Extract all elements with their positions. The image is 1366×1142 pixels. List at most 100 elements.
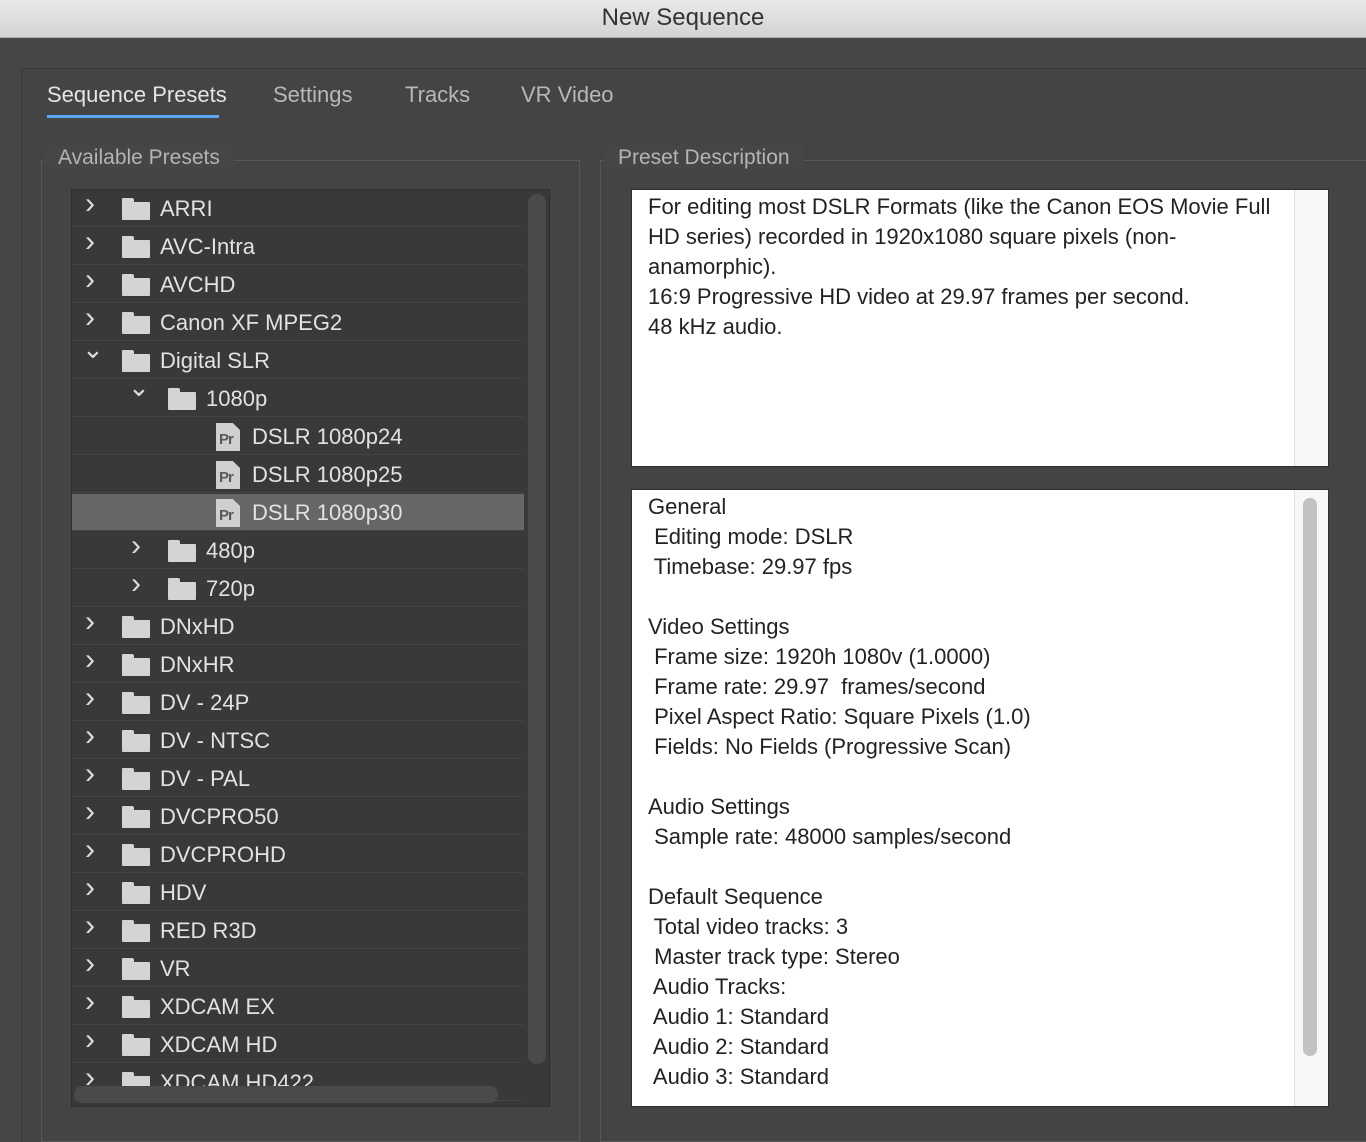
chevron-right-icon[interactable]: › <box>80 605 100 639</box>
details-line: Total video tracks: 3 <box>648 914 849 939</box>
chevron-right-icon[interactable]: › <box>80 681 100 715</box>
preset-folder[interactable]: › Canon XF MPEG2 <box>72 301 524 341</box>
preset-label: VR <box>160 956 191 981</box>
chevron-right-icon[interactable]: › <box>80 1023 100 1057</box>
chevron-right-icon[interactable]: › <box>126 567 146 601</box>
chevron-right-icon[interactable]: › <box>80 719 100 753</box>
folder-icon <box>122 730 150 752</box>
preset-label: XDCAM EX <box>160 994 275 1019</box>
details-line: Pixel Aspect Ratio: Square Pixels (1.0) <box>648 704 1031 729</box>
details-scrollbar[interactable] <box>1294 490 1328 1106</box>
description-line: For editing most DSLR Formats (like the … <box>648 194 1271 219</box>
folder-icon <box>122 882 150 904</box>
folder-icon <box>122 996 150 1018</box>
folder-icon <box>122 616 150 638</box>
chevron-right-icon[interactable]: › <box>80 190 100 221</box>
preset-folder[interactable]: › VR <box>72 947 524 987</box>
folder-icon <box>122 806 150 828</box>
preset-folder[interactable]: ⌄ Digital SLR <box>72 334 524 379</box>
chevron-right-icon[interactable]: › <box>80 833 100 867</box>
chevron-right-icon[interactable]: › <box>80 909 100 943</box>
description-line: HD series) recorded in 1920x1080 square … <box>648 224 1177 249</box>
presets-tree[interactable]: › XDCAM HD422 › XDCAM HD › XDCAM EX › VR › RED R3… <box>71 189 550 1107</box>
premiere-preset-icon: Pr <box>216 423 240 451</box>
preset-label: ARRI <box>160 196 213 221</box>
chevron-right-icon[interactable]: › <box>80 263 100 297</box>
preset-label: 1080p <box>206 386 268 411</box>
preset-folder[interactable]: › 720p <box>72 567 524 607</box>
details-line: Default Sequence <box>648 884 823 909</box>
tab-sequence-presets[interactable]: Sequence Presets <box>47 82 227 118</box>
available-presets-title: Available Presets <box>44 146 234 170</box>
preset-label: DV - NTSC <box>160 728 270 753</box>
details-line <box>648 852 1328 882</box>
preset-folder[interactable]: › DNxHR <box>72 643 524 683</box>
preset-folder[interactable]: › DV - NTSC <box>72 719 524 759</box>
details-line: Sample rate: 48000 samples/second <box>648 824 1012 849</box>
tab-vr-video[interactable]: VR Video <box>521 82 614 108</box>
details-line: Audio 1: Standard <box>648 1004 830 1029</box>
chevron-right-icon[interactable]: › <box>80 795 100 829</box>
description-line: 16:9 Progressive HD video at 29.97 frame… <box>648 284 1190 309</box>
description-line: 48 kHz audio. <box>648 314 783 339</box>
premiere-preset-icon: Pr <box>216 461 240 489</box>
details-line: Master track type: Stereo <box>648 944 900 969</box>
folder-icon <box>122 844 150 866</box>
preset-folder[interactable]: › AVCHD <box>72 263 524 303</box>
preset-label: DVCPRO50 <box>160 804 279 829</box>
details-scroll-thumb[interactable] <box>1303 498 1317 1056</box>
description-line: anamorphic). <box>648 254 777 279</box>
chevron-right-icon[interactable]: › <box>80 225 100 259</box>
preset-folder[interactable]: › RED R3D <box>72 909 524 949</box>
chevron-right-icon[interactable]: › <box>126 529 146 563</box>
preset-folder[interactable]: › 480p <box>72 529 524 569</box>
folder-icon <box>122 198 150 220</box>
preset-folder[interactable]: › AVC-Intra <box>72 225 524 265</box>
preset-description-title: Preset Description <box>604 146 804 170</box>
folder-icon <box>168 578 196 600</box>
tree-vertical-scrollbar[interactable] <box>528 194 546 1064</box>
preset-label: DNxHR <box>160 652 235 677</box>
tab-tracks[interactable]: Tracks <box>405 82 470 108</box>
folder-icon <box>122 768 150 790</box>
chevron-right-icon[interactable]: › <box>80 757 100 791</box>
details-line: General <box>648 494 727 519</box>
preset-label: AVC-Intra <box>160 234 255 259</box>
preset-folder[interactable]: › DVCPROHD <box>72 833 524 873</box>
folder-icon <box>122 350 150 372</box>
preset-folder[interactable]: › HDV <box>72 871 524 911</box>
tab-settings[interactable]: Settings <box>273 82 353 108</box>
folder-icon <box>122 958 150 980</box>
preset-folder[interactable]: › ARRI <box>72 190 524 227</box>
preset-label: DVCPROHD <box>160 842 286 867</box>
preset-folder[interactable]: › XDCAM EX <box>72 985 524 1025</box>
preset-label: 480p <box>206 538 255 563</box>
preset-item[interactable]: Pr DSLR 1080p25 <box>72 456 524 493</box>
details-line: Audio Settings <box>648 794 790 819</box>
preset-folder[interactable]: › XDCAM HD <box>72 1023 524 1063</box>
details-line <box>648 762 1328 792</box>
description-scrollbar[interactable] <box>1294 190 1328 466</box>
tab-label: Sequence Presets <box>47 82 227 107</box>
preset-label: Digital SLR <box>160 348 271 373</box>
preset-folder[interactable]: ⌄ 1080p <box>72 372 524 417</box>
preset-folder[interactable]: › DNxHD <box>72 605 524 645</box>
chevron-right-icon[interactable]: › <box>80 985 100 1019</box>
preset-folder[interactable]: › DV - PAL <box>72 757 524 797</box>
preset-label: XDCAM HD <box>160 1032 278 1057</box>
chevron-right-icon[interactable]: › <box>80 301 100 335</box>
folder-icon <box>122 920 150 942</box>
preset-item[interactable]: Pr DSLR 1080p24 <box>72 418 524 455</box>
chevron-right-icon[interactable]: › <box>80 643 100 677</box>
preset-folder[interactable]: › DV - 24P <box>72 681 524 721</box>
details-line: Frame rate: 29.97 frames/second <box>648 674 986 699</box>
chevron-right-icon[interactable]: › <box>80 871 100 905</box>
preset-folder[interactable]: › DVCPRO50 <box>72 795 524 835</box>
chevron-right-icon[interactable]: › <box>80 947 100 981</box>
preset-label: 720p <box>206 576 255 601</box>
folder-icon <box>122 236 150 258</box>
preset-item[interactable]: Pr DSLR 1080p30 <box>72 494 524 531</box>
preset-label: DV - PAL <box>160 766 251 791</box>
preset-label: DNxHD <box>160 614 235 639</box>
tree-horizontal-scrollbar[interactable] <box>74 1086 498 1103</box>
